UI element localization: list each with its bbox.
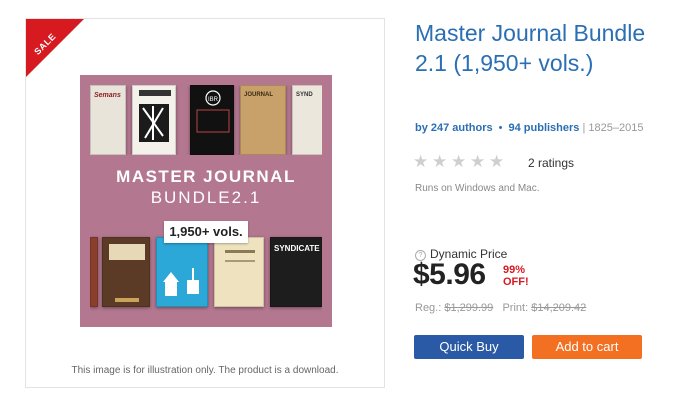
print-price: $14,209.42 [531, 302, 587, 314]
product-cover-image[interactable]: Semans IBR JOURNAL SYND SYNDICATE MASTER… [80, 75, 332, 327]
authors-link[interactable]: by 247 authors [415, 122, 493, 134]
book-cover [102, 237, 150, 307]
publishers-link[interactable]: 94 publishers [509, 122, 580, 134]
star-empty-icon: ★ [451, 152, 467, 171]
book-cover [132, 85, 176, 155]
quick-buy-button[interactable]: Quick Buy [414, 335, 524, 359]
book-art [139, 90, 171, 142]
discount-off-label: OFF! [503, 276, 529, 288]
book-cover: JOURNAL [240, 85, 286, 155]
book-art [109, 244, 145, 302]
year-range: | 1825–2015 [582, 122, 644, 134]
regular-price: $1,299.99 [444, 302, 494, 314]
product-title: Master Journal Bundle 2.1 (1,950+ vols.) [415, 20, 646, 76]
product-image-panel: SALE Semans IBR JOURNAL SYND SYNDICATE M… [25, 18, 385, 388]
reference-prices: Reg.: $1,299.99 Print: $14,209.42 [415, 302, 586, 314]
discount-percent: 99% [503, 264, 526, 276]
star-empty-icon: ★ [432, 152, 448, 171]
book-cover: Semans [90, 85, 126, 155]
star-rating[interactable]: ★ ★ ★ ★ ★ [413, 153, 508, 172]
book-art [225, 250, 255, 262]
star-empty-icon: ★ [413, 152, 429, 171]
print-price-label: Print: [502, 302, 529, 314]
cover-volume-badge: 1,950+ vols. [164, 221, 248, 243]
book-cover [90, 237, 98, 307]
platforms-note: Runs on Windows and Mac. [415, 183, 540, 194]
book-cover: IBR [190, 85, 234, 155]
regular-price-label: Reg.: [415, 302, 442, 314]
image-caption: This image is for illustration only. The… [71, 365, 339, 376]
star-empty-icon: ★ [489, 152, 505, 171]
book-cover: SYND [292, 85, 322, 155]
book-cover [214, 237, 264, 307]
product-meta: by 247 authors • 94 publishers | 1825–2015 [415, 122, 643, 134]
book-cover [156, 237, 208, 307]
separator-dot: • [498, 122, 503, 134]
add-to-cart-button[interactable]: Add to cart [532, 335, 642, 359]
book-art: IBR [196, 90, 230, 133]
ratings-count-link[interactable]: 2 ratings [528, 156, 574, 170]
svg-text:IBR: IBR [208, 97, 219, 103]
cover-subtitle: BUNDLE2.1 [150, 188, 262, 207]
current-price: $5.96 [413, 258, 486, 291]
book-art [163, 268, 199, 296]
book-cover: SYNDICATE [270, 237, 322, 307]
cover-title: MASTER JOURNAL [116, 167, 296, 186]
discount-badge: 99% OFF! [503, 264, 529, 288]
star-empty-icon: ★ [470, 152, 486, 171]
